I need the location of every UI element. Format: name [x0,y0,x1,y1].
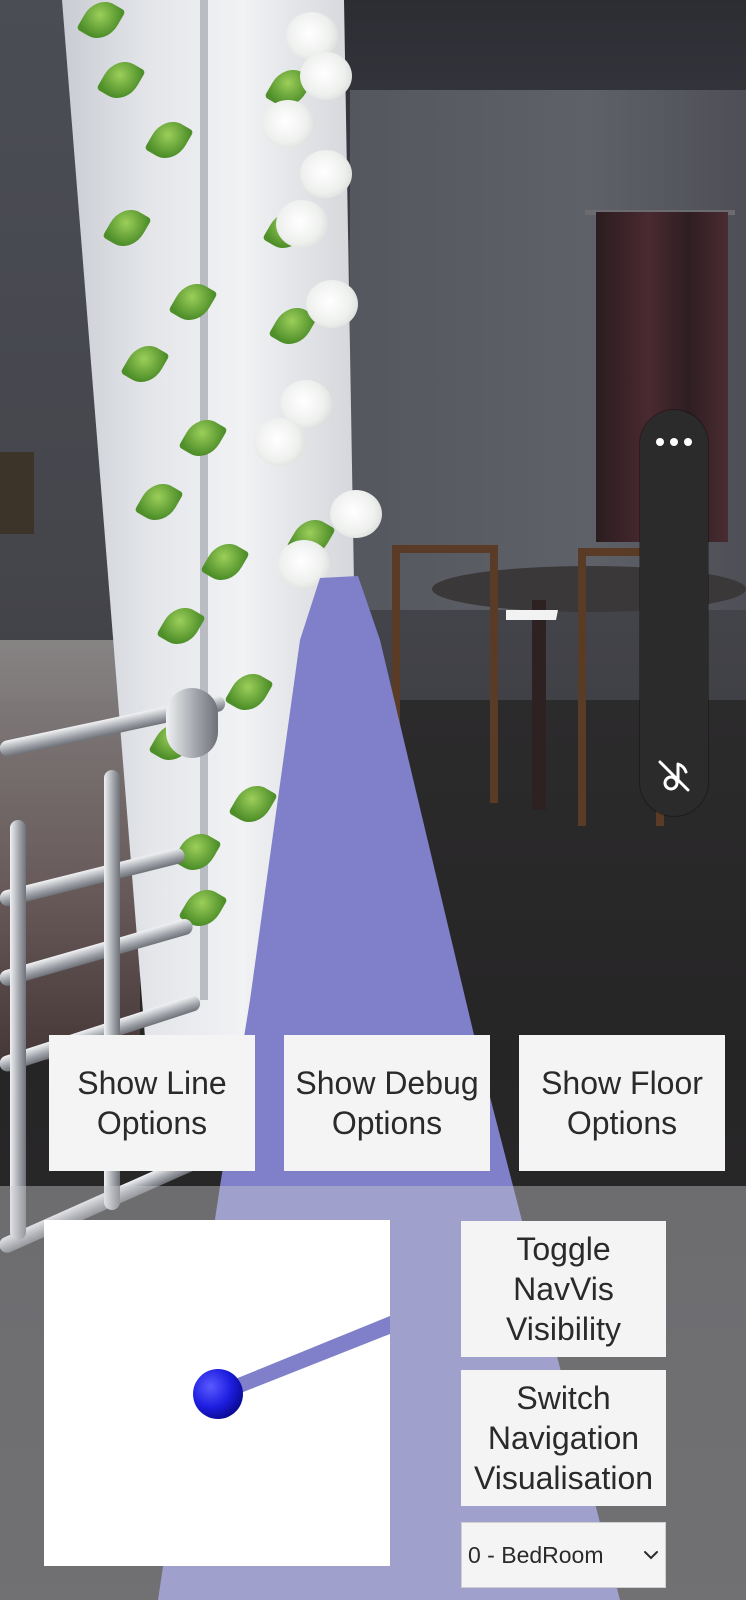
white-flower [254,418,306,466]
user-location-marker [193,1369,243,1419]
floating-toolbar [640,410,708,816]
white-flower [330,490,382,538]
white-flower [276,200,328,248]
dot [656,438,664,446]
toggle-navvis-visibility-button[interactable]: Toggle NavVis Visibility [461,1221,666,1357]
white-flower [262,100,314,148]
minimap-canvas [193,1316,390,1419]
navigation-minimap[interactable] [44,1220,390,1566]
railing-mount [166,688,218,758]
wall-frame [0,452,34,534]
more-options-icon[interactable] [640,424,708,460]
dot [684,438,692,446]
floor-dropdown[interactable]: 0 - BedRoom [461,1522,666,1588]
white-flower [300,150,352,198]
show-line-options-button[interactable]: Show Line Options [49,1035,255,1171]
switch-navigation-visualisation-button[interactable]: Switch Navigation Visualisation [461,1370,666,1506]
dining-chair [392,545,498,803]
white-flower [306,280,358,328]
show-debug-options-button[interactable]: Show Debug Options [284,1035,490,1171]
minimap-path-line [218,1316,390,1402]
white-flower [278,540,330,588]
railing-post [10,820,26,1240]
white-flower [300,52,352,100]
dot [670,438,678,446]
show-floor-options-button[interactable]: Show Floor Options [519,1035,725,1171]
floor-select[interactable]: 0 - BedRoom [462,1523,665,1587]
music-off-icon[interactable] [654,756,694,796]
table-leg [532,600,546,810]
